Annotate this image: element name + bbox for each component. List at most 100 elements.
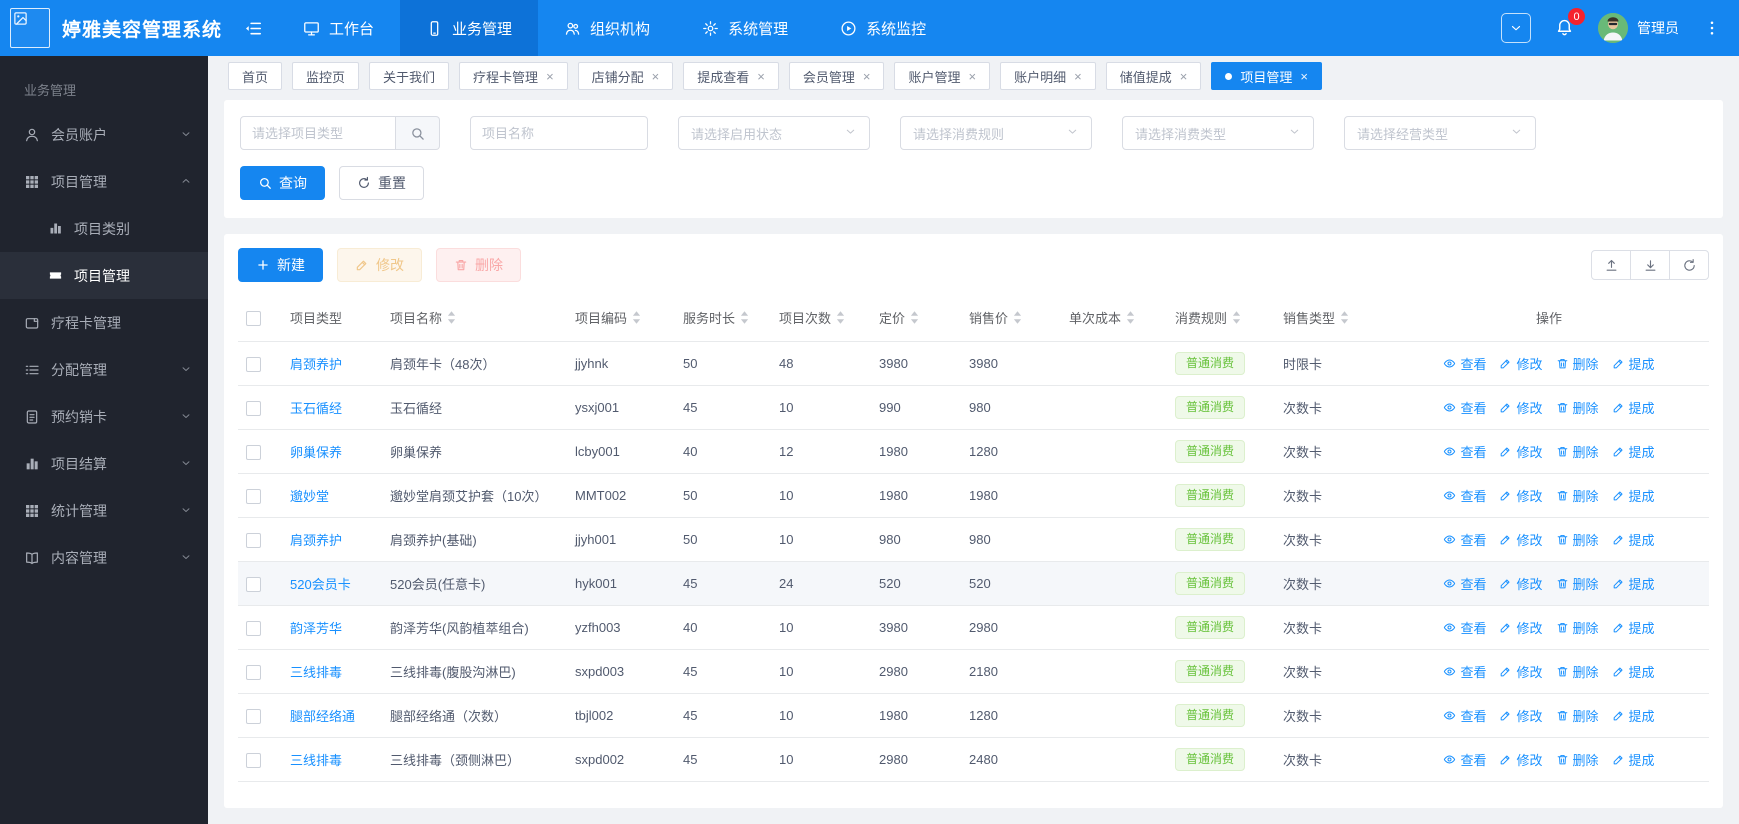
action-edit-link[interactable]: 修改 [1499, 662, 1543, 681]
action-delete-link[interactable]: 删除 [1556, 442, 1599, 461]
action-delete-link[interactable]: 删除 [1556, 354, 1599, 373]
project-type-link[interactable]: 卵巢保养 [290, 445, 342, 460]
row-checkbox[interactable] [246, 664, 261, 680]
menu-fold-icon[interactable] [244, 19, 263, 38]
action-delete-link[interactable]: 删除 [1556, 662, 1599, 681]
action-delete-link[interactable]: 删除 [1556, 706, 1599, 725]
close-icon[interactable]: × [1180, 70, 1188, 83]
action-commission-link[interactable]: 提成 [1612, 618, 1655, 637]
row-checkbox[interactable] [246, 576, 261, 592]
delete-button[interactable]: 删除 [436, 248, 521, 282]
action-view-link[interactable]: 查看 [1443, 662, 1486, 681]
action-view-link[interactable]: 查看 [1443, 750, 1486, 769]
column-header[interactable]: 消费规则 [1167, 294, 1275, 342]
close-icon[interactable]: × [546, 70, 554, 83]
sidebar-item-6[interactable]: 统计管理 [0, 487, 208, 534]
project-type-search-button[interactable] [396, 116, 440, 150]
tab-1[interactable]: 监控页 [292, 62, 360, 90]
project-type-link[interactable]: 玉石循经 [290, 401, 342, 416]
sidebar-item-3[interactable]: 分配管理 [0, 346, 208, 393]
action-commission-link[interactable]: 提成 [1612, 574, 1655, 593]
action-edit-link[interactable]: 修改 [1499, 706, 1543, 725]
row-checkbox[interactable] [246, 532, 261, 548]
tab-8[interactable]: 账户明细 × [1000, 62, 1096, 90]
refresh-table-button[interactable] [1669, 250, 1709, 280]
fullscreen-dropdown-button[interactable] [1501, 13, 1531, 43]
project-type-link[interactable]: 520会员卡 [290, 577, 351, 592]
tab-5[interactable]: 提成查看 × [683, 62, 779, 90]
filter-select-0[interactable]: 请选择启用状态 [678, 116, 870, 150]
row-checkbox[interactable] [246, 488, 261, 504]
action-view-link[interactable]: 查看 [1443, 398, 1486, 417]
tab-3[interactable]: 疗程卡管理 × [459, 62, 568, 90]
import-button[interactable] [1591, 250, 1631, 280]
row-checkbox[interactable] [246, 356, 261, 372]
close-icon[interactable]: × [969, 70, 977, 83]
project-type-link[interactable]: 韵泽芳华 [290, 621, 342, 636]
select-all-checkbox[interactable] [246, 310, 261, 326]
project-name-input[interactable] [470, 116, 648, 150]
tab-9[interactable]: 储值提成 × [1105, 62, 1202, 90]
action-commission-link[interactable]: 提成 [1612, 486, 1655, 505]
sidebar-subitem-1-0[interactable]: 项目类别 [0, 205, 208, 252]
project-type-input[interactable] [240, 116, 396, 150]
action-view-link[interactable]: 查看 [1443, 354, 1486, 373]
action-edit-link[interactable]: 修改 [1499, 442, 1543, 461]
action-edit-link[interactable]: 修改 [1499, 530, 1543, 549]
column-header[interactable]: 销售价 [961, 294, 1061, 342]
edit-button[interactable]: 修改 [337, 248, 422, 282]
top-nav-item-3[interactable]: 系统管理 [676, 0, 814, 56]
top-nav-item-2[interactable]: 组织机构 [538, 0, 676, 56]
action-delete-link[interactable]: 删除 [1556, 750, 1599, 769]
search-button[interactable]: 查询 [240, 166, 325, 200]
action-view-link[interactable]: 查看 [1443, 706, 1486, 725]
reset-button[interactable]: 重置 [339, 166, 424, 200]
column-header[interactable]: 服务时长 [675, 294, 771, 342]
project-type-link[interactable]: 三线排毒 [290, 665, 342, 680]
top-nav-item-1[interactable]: 业务管理 [400, 0, 539, 56]
action-edit-link[interactable]: 修改 [1499, 486, 1543, 505]
action-view-link[interactable]: 查看 [1443, 530, 1486, 549]
row-checkbox[interactable] [246, 620, 261, 636]
action-view-link[interactable]: 查看 [1443, 442, 1486, 461]
column-header[interactable]: 项目次数 [771, 294, 871, 342]
more-menu-icon[interactable] [1703, 19, 1721, 37]
action-commission-link[interactable]: 提成 [1612, 750, 1655, 769]
action-commission-link[interactable]: 提成 [1612, 706, 1655, 725]
column-header[interactable]: 项目编码 [567, 294, 675, 342]
action-delete-link[interactable]: 删除 [1556, 618, 1599, 637]
tab-0[interactable]: 首页 [228, 62, 283, 90]
action-commission-link[interactable]: 提成 [1612, 662, 1655, 681]
column-header[interactable]: 定价 [871, 294, 961, 342]
action-delete-link[interactable]: 删除 [1556, 486, 1599, 505]
column-header[interactable]: 单次成本 [1061, 294, 1167, 342]
sidebar-item-4[interactable]: 预约销卡 [0, 393, 208, 440]
sidebar-subitem-1-1[interactable]: 项目管理 [0, 252, 208, 299]
close-icon[interactable]: × [1074, 70, 1082, 83]
action-commission-link[interactable]: 提成 [1612, 398, 1655, 417]
sidebar-item-0[interactable]: 会员账户 [0, 111, 208, 158]
close-icon[interactable]: × [652, 70, 660, 83]
project-type-link[interactable]: 腿部经络通 [290, 709, 355, 724]
close-icon[interactable]: × [863, 70, 871, 83]
export-button[interactable] [1630, 250, 1670, 280]
sidebar-item-7[interactable]: 内容管理 [0, 534, 208, 581]
action-edit-link[interactable]: 修改 [1499, 574, 1543, 593]
action-view-link[interactable]: 查看 [1443, 486, 1486, 505]
close-icon[interactable]: × [757, 70, 765, 83]
action-delete-link[interactable]: 删除 [1556, 398, 1599, 417]
project-type-link[interactable]: 肩颈养护 [290, 357, 342, 372]
action-edit-link[interactable]: 修改 [1499, 618, 1543, 637]
row-checkbox[interactable] [246, 444, 261, 460]
action-edit-link[interactable]: 修改 [1499, 750, 1543, 769]
action-view-link[interactable]: 查看 [1443, 574, 1486, 593]
action-commission-link[interactable]: 提成 [1612, 354, 1655, 373]
action-commission-link[interactable]: 提成 [1612, 442, 1655, 461]
column-header[interactable]: 销售类型 [1275, 294, 1389, 342]
project-type-link[interactable]: 三线排毒 [290, 753, 342, 768]
tab-2[interactable]: 关于我们 [369, 62, 450, 90]
filter-select-2[interactable]: 请选择消费类型 [1122, 116, 1314, 150]
tab-4[interactable]: 店铺分配 × [577, 62, 674, 90]
sidebar-item-5[interactable]: 项目结算 [0, 440, 208, 487]
action-edit-link[interactable]: 修改 [1499, 354, 1543, 373]
